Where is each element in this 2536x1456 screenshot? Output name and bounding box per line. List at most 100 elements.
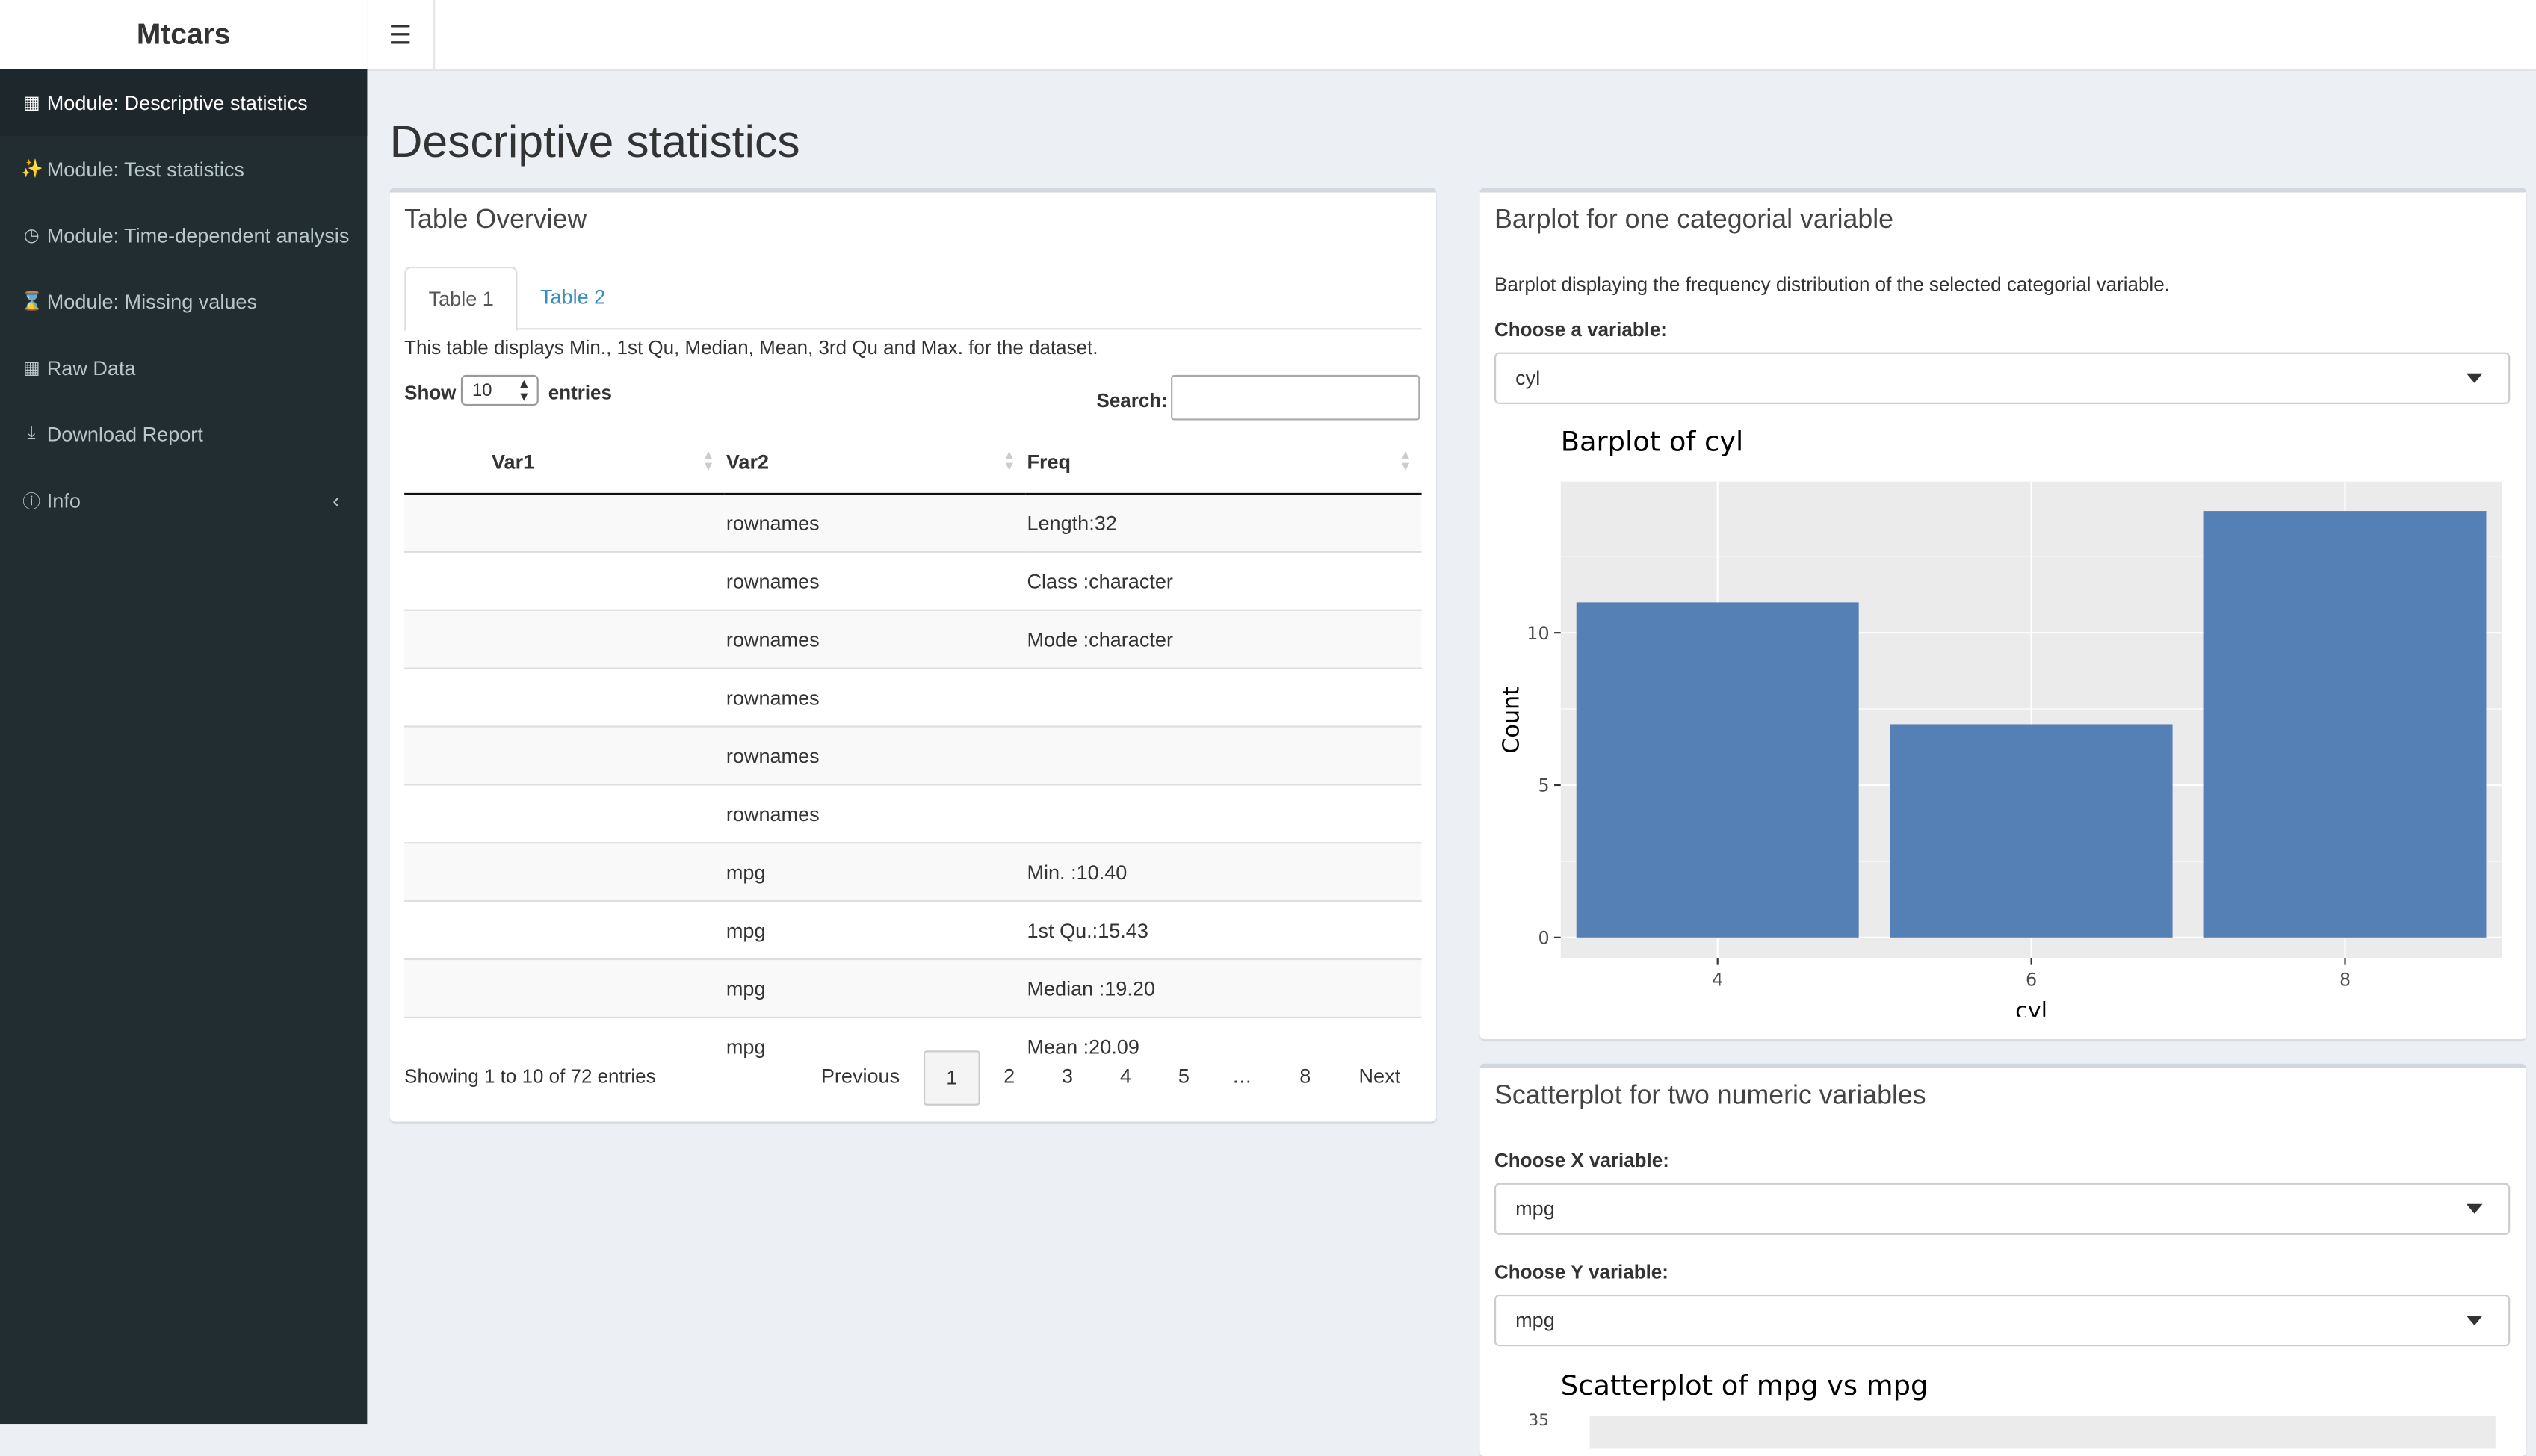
x-axis-label: cyl [2015,998,2047,1017]
tab-table-2[interactable]: Table 2 [518,267,628,328]
sort-icon: ▲ ▼ [1003,447,1016,474]
cell-var1 [404,842,725,902]
x-variable-value: mpg [1515,1198,1555,1221]
box-title: Scatterplot for two numeric variables [1494,1081,1926,1111]
x-tick-label: 6 [2026,970,2037,991]
barplot-chart: 4 6 8 0 5 10 cyl Count [1498,481,2502,1017]
y-axis-label: Count [1498,687,1524,754]
pager-next-button[interactable]: Next [1344,1050,1415,1102]
sidebar-item-test-statistics[interactable]: ✨ Module: Test statistics [0,136,367,202]
cell-var2: rownames [724,667,1026,727]
table-icon: ▦ [22,93,40,114]
chevron-left-icon: ‹ [333,488,340,512]
sidebar-item-label: Module: Time-dependent analysis [46,223,350,247]
sidebar-item-label: Info [46,489,81,512]
entries-label: entries [548,381,612,404]
pager-previous-button[interactable]: Previous [805,1050,915,1102]
page-title: Descriptive statistics [389,116,800,167]
pager-page-1[interactable]: 1 [923,1050,980,1106]
hourglass-icon: ⌛ [21,292,43,312]
pager-page-5[interactable]: 5 [1160,1050,1208,1102]
table-overview-box: Table Overview Table 1 Table 2 This tabl… [389,187,1437,1122]
info-icon: ⓘ [22,492,41,512]
y-variable-select[interactable]: mpg [1494,1294,2511,1347]
clock-icon: ◷ [23,226,40,246]
sidebar-item-raw-data[interactable]: ▦ Raw Data [0,335,367,401]
sidebar-item-label: Module: Test statistics [46,157,244,181]
scatter-y-tick-label: 35 [1528,1412,1550,1431]
cell-var1 [404,609,725,669]
cell-var2: rownames [724,492,1026,552]
cell-freq: 1st Qu.:15.43 [1025,900,1422,960]
sidebar-toggle-button[interactable]: ☰ [367,0,436,70]
cell-var2: mpg [724,842,1026,902]
page-length-select[interactable]: 10 ▲ ▼ [460,374,539,406]
bar-8 [2203,511,2487,938]
caret-down-icon [2466,1316,2483,1326]
show-label: Show [404,381,457,404]
table-row: rownames Mode :character [404,609,1422,669]
pager-page-8[interactable]: 8 [1281,1050,1329,1102]
cell-var1 [404,900,725,960]
variable-select[interactable]: cyl [1494,352,2511,404]
table-body: rownames Length:32 rownames Class :characte… [404,492,1422,1075]
x-variable-select[interactable]: mpg [1494,1183,2511,1235]
cell-var2: rownames [724,551,1026,610]
cell-var1 [404,725,725,785]
table-row: mpg 1st Qu.:15.43 [404,900,1422,960]
cell-var2: rownames [724,784,1026,843]
pager-page-3[interactable]: 3 [1043,1050,1092,1102]
pager-page-4[interactable]: 4 [1101,1050,1150,1102]
box-title: Barplot for one categorial variable [1494,205,1894,235]
sidebar-item-download-report[interactable]: ⤓ Download Report [0,401,367,468]
caret-down-icon [2466,373,2483,383]
sort-icon: ▲ ▼ [1399,447,1412,474]
choose-x-label: Choose X variable: [1494,1149,1669,1172]
search-input[interactable] [1171,374,1420,421]
sidebar-item-info[interactable]: ⓘ Info ‹ [0,467,367,533]
tab-table-1[interactable]: Table 1 [404,266,519,332]
app-logo: Mtcars [0,0,369,70]
scatterplot-box: Scatterplot for two numeric variables Ch… [1479,1063,2526,1456]
y-tick-label: 5 [1538,775,1549,796]
cell-var1 [404,958,725,1017]
sidebar-item-label: Module: Descriptive statistics [46,91,308,114]
cell-freq: Mode :character [1025,609,1422,669]
cell-freq: Length:32 [1025,492,1422,552]
y-tick-label: 0 [1538,927,1549,948]
bar-6 [1890,724,2173,938]
search-label: Search: [1096,389,1168,412]
sort-icon: ▲ ▼ [702,447,715,474]
table-row: mpg Median :19.20 [404,958,1422,1017]
sidebar-item-label: Module: Missing values [46,290,257,313]
pager-ellipsis: … [1231,1065,1252,1088]
column-header-var1[interactable]: Var1 ▲ ▼ [404,431,725,495]
sidebar: ▦ Module: Descriptive statistics ✨ Modul… [0,69,368,1425]
table-header-row: Var1 ▲ ▼ Var2 ▲ ▼ Freq ▲ ▼ [404,431,1422,495]
cell-var1 [404,551,725,610]
cell-var1 [404,784,725,843]
sidebar-item-time-dependent-analysis[interactable]: ◷ Module: Time-dependent analysis [0,202,367,268]
table-row: rownames [404,725,1422,785]
column-header-var2[interactable]: Var2 ▲ ▼ [724,431,1026,495]
scatterplot-title: Scatterplot of mpg vs mpg [1560,1370,1929,1403]
bar-4 [1576,602,1859,938]
table-row: rownames [404,667,1422,727]
y-tick-label: 10 [1527,623,1549,644]
cell-var1 [404,492,725,552]
barplot-description: Barplot displaying the frequency distrib… [1494,273,2170,296]
barplot-title: Barplot of cyl [1560,427,1744,459]
table-description: This table displays Min., 1st Qu, Median… [404,336,1098,359]
pager-page-2[interactable]: 2 [985,1050,1033,1102]
column-header-freq[interactable]: Freq ▲ ▼ [1025,431,1422,495]
hamburger-icon: ☰ [389,22,412,49]
cell-freq: Class :character [1025,551,1422,610]
cell-freq [1025,667,1422,727]
updown-icon: ▲ ▼ [517,377,531,404]
sidebar-item-missing-values[interactable]: ⌛ Module: Missing values [0,268,367,335]
table-info: Showing 1 to 10 of 72 entries [404,1065,656,1088]
sidebar-item-descriptive-statistics[interactable]: ▦ Module: Descriptive statistics [0,69,368,136]
table-row: rownames Class :character [404,551,1422,610]
table-icon: ▦ [22,359,40,379]
cell-var2: mpg [724,900,1026,960]
